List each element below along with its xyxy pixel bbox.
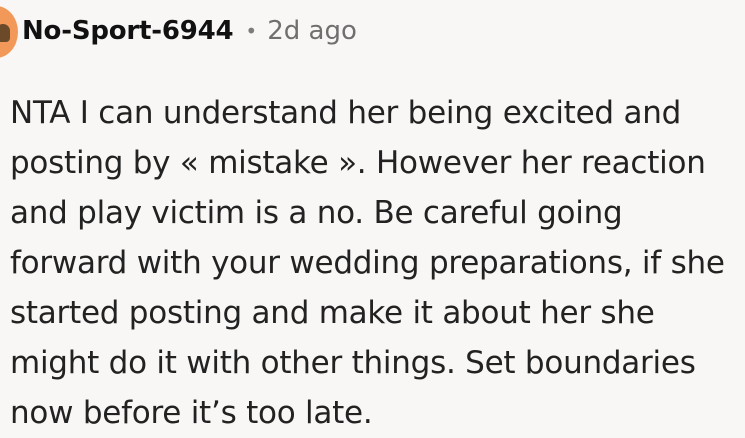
comment-body: NTA I can understand her being excited a…: [10, 88, 740, 438]
comment-line: NTA I can understand her being excited a…: [10, 95, 682, 131]
user-avatar-icon[interactable]: [0, 6, 18, 58]
meta-separator: •: [245, 19, 258, 43]
author-username[interactable]: No-Sport-6944: [22, 16, 234, 46]
comment-line: might do it with other things. Set bound…: [10, 345, 696, 381]
comment-line: started posting and make it about her sh…: [10, 295, 655, 331]
comment-line: now before it’s too late.: [10, 395, 373, 431]
comment-header: No-Sport-6944 • 2d ago: [22, 14, 357, 48]
comment-line: and play victim is a no. Be careful goin…: [10, 195, 623, 231]
comment: No-Sport-6944 • 2d ago NTA I can underst…: [0, 0, 745, 431]
comment-line: forward with your wedding preparations, …: [10, 245, 725, 281]
comment-timestamp[interactable]: 2d ago: [267, 16, 357, 46]
comment-line: posting by « mistake ». However her reac…: [10, 145, 706, 181]
avatar-figure: [0, 24, 10, 42]
